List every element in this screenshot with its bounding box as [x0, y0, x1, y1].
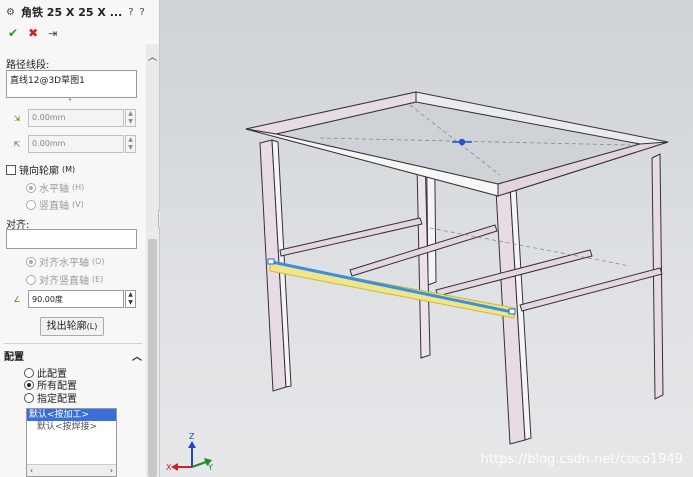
property-manager-panel: ⚙ 角铁 25 X 25 X ... ? ? ✔ ✖ ⇥ 路径线段: 直线12@… — [0, 0, 160, 477]
checkbox-box[interactable] — [6, 164, 16, 175]
offset-input-1[interactable]: 0.00mm — [28, 109, 124, 127]
align-input[interactable] — [6, 229, 137, 249]
triad-x-label: X — [166, 463, 172, 472]
align-vertical-radio[interactable]: 对齐竖直轴 (E) — [26, 272, 103, 287]
configuration-section-header[interactable]: 配置 ︿ — [4, 348, 142, 363]
mirror-profile-checkbox[interactable]: 镜向轮廓 (M) — [6, 162, 75, 177]
vertical-axis-radio[interactable]: 竖直轴 (V) — [26, 197, 84, 212]
scroll-right-icon[interactable]: › — [110, 465, 113, 476]
coordinate-triad-icon: Z X Y — [166, 432, 213, 472]
lower-rail-back — [279, 217, 423, 257]
offset-input-2[interactable]: 0.00mm — [28, 135, 124, 153]
cancel-button[interactable]: ✖ — [28, 26, 38, 40]
horizontal-axis-radio[interactable]: 水平轴 (H) — [26, 180, 84, 195]
path-segment-value: 直线12@3D草图1 — [10, 76, 85, 86]
rotation-row: ∠ 90.00度 ▲ ▼ — [8, 290, 136, 308]
offset-icon: ⇱ — [13, 139, 21, 149]
rotation-angle-input[interactable]: 90.00度 — [28, 290, 124, 308]
rotation-spinner[interactable]: ▲ ▼ — [125, 290, 136, 308]
frame-model: Z X Y — [166, 91, 669, 472]
collapse-chevron-icon[interactable]: ︿ — [132, 348, 142, 363]
watermark-text: https://blog.csdn.net/coco1949 — [480, 452, 683, 467]
weldment-icon: ⚙ — [6, 6, 15, 18]
offset-row-2: ⇱ 0.00mm ▲ ▼ — [8, 135, 136, 153]
rotation-angle-icon: ∠ — [13, 294, 21, 304]
find-profile-button[interactable]: 找出轮廓(L) — [40, 317, 104, 336]
action-bar: ✔ ✖ ⇥ — [0, 24, 159, 42]
offset-icon: ⇲ — [13, 113, 21, 123]
configuration-label: 配置 — [4, 352, 24, 363]
scroll-left-icon[interactable]: ‹ — [30, 465, 33, 476]
section-divider — [4, 343, 142, 344]
scroll-thumb[interactable] — [148, 239, 157, 477]
panel-header: ⚙ 角铁 25 X 25 X ... ? ? — [0, 0, 159, 24]
align-horizontal-radio[interactable]: 对齐水平轴 (O) — [26, 254, 105, 269]
resize-handle-icon[interactable]: • — [68, 96, 72, 104]
triad-y-label: Y — [207, 463, 213, 472]
panel-title: 角铁 25 X 25 X ... — [20, 6, 123, 19]
list-item[interactable]: 默认<按焊接> — [27, 421, 116, 433]
pin-icon[interactable]: ⇥ — [48, 27, 57, 40]
scroll-up-icon[interactable]: ︿ — [146, 50, 159, 63]
lower-rail-front-right — [519, 267, 663, 312]
path-segment-listbox[interactable]: 直线12@3D草图1 — [6, 70, 137, 98]
list-horizontal-scrollbar[interactable]: ‹ › — [27, 464, 116, 476]
panel-vertical-scrollbar[interactable]: ︿ — [146, 44, 159, 477]
graphics-viewport[interactable]: Z X Y https://blog.csdn.net/coco1949 — [160, 0, 693, 477]
help-icon[interactable]: ? — [128, 7, 133, 18]
offset-spinner-1[interactable]: ▲ ▼ — [125, 109, 136, 127]
triad-z-label: Z — [189, 432, 195, 441]
offset-spinner-2[interactable]: ▲ ▼ — [125, 135, 136, 153]
ok-button[interactable]: ✔ — [8, 26, 18, 40]
specify-config-radio[interactable]: 指定配置 — [24, 390, 77, 405]
configuration-list[interactable]: 默认<按加工> 默认<按焊接> ‹ › — [26, 408, 117, 477]
info-icon[interactable]: ? — [140, 7, 145, 18]
offset-row-1: ⇲ 0.00mm ▲ ▼ — [8, 109, 136, 127]
list-item[interactable]: 默认<按加工> — [27, 409, 116, 421]
path-segment-label: 路径线段: — [6, 60, 50, 71]
